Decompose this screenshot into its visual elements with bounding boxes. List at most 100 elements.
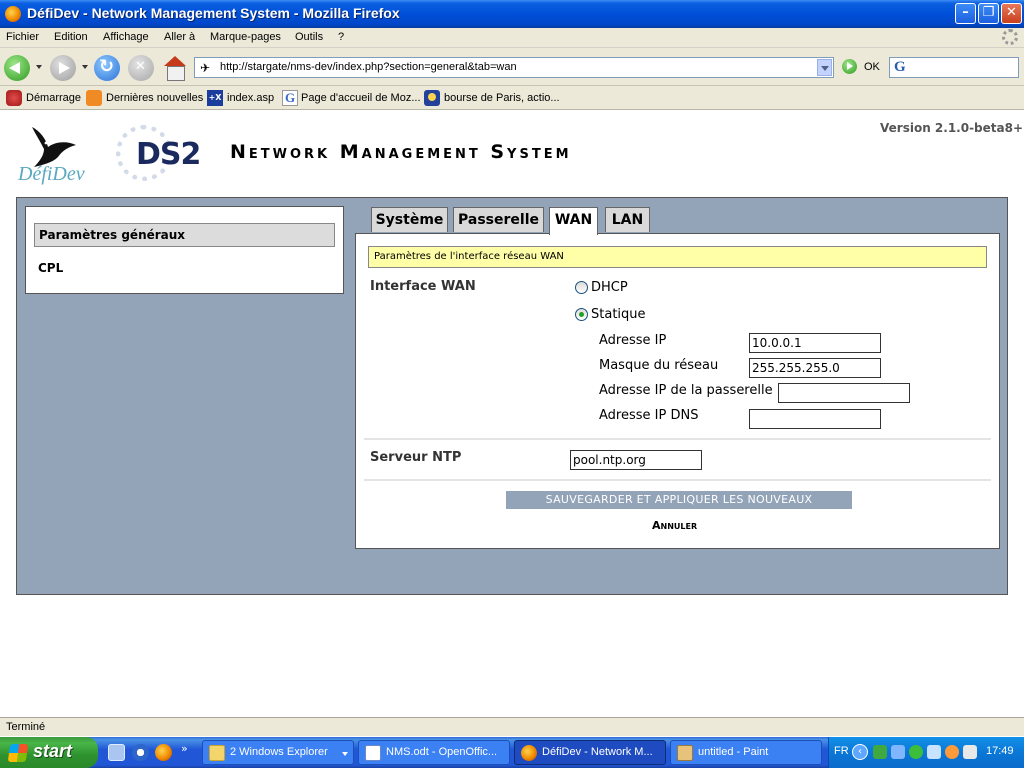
url-dropdown-icon[interactable] <box>817 59 832 76</box>
dns-input[interactable] <box>749 409 881 429</box>
task-group-chevron-icon <box>342 752 348 756</box>
bookmarks-toolbar: Démarrage Dernières nouvelles +X index.a… <box>0 86 1024 110</box>
ip-address-input[interactable] <box>749 333 881 353</box>
task-windows-explorer[interactable]: 2 Windows Explorer <box>202 740 354 765</box>
ntp-server-input[interactable] <box>570 450 702 470</box>
gateway-label: Adresse IP de la passerelle <box>599 383 773 398</box>
maximize-button[interactable]: ❐ <box>978 3 999 24</box>
tab-wan[interactable]: WAN <box>549 207 598 235</box>
home-icon[interactable] <box>162 55 188 81</box>
task-label: untitled - Paint <box>698 746 769 758</box>
gateway-input[interactable] <box>778 383 910 403</box>
close-button[interactable]: ✕ <box>1001 3 1022 24</box>
main-panel: Paramètres généraux CPL Système Passerel… <box>16 197 1008 595</box>
finance-site-icon <box>424 90 440 106</box>
throbber-icon <box>1002 29 1018 45</box>
menu-outils[interactable]: Outils <box>295 31 323 43</box>
show-desktop-icon[interactable] <box>108 744 125 761</box>
menu-bar: Fichier Edition Affichage Aller à Marque… <box>0 28 1024 48</box>
task-paint[interactable]: untitled - Paint <box>670 740 822 765</box>
bookmark-bourse[interactable]: bourse de Paris, actio... <box>444 92 560 104</box>
sidebar: Paramètres généraux CPL <box>25 206 344 294</box>
section-divider <box>364 479 991 481</box>
media-player-icon[interactable] <box>132 744 149 761</box>
task-label: NMS.odt - OpenOffic... <box>386 746 498 758</box>
ip-address-label: Adresse IP <box>599 333 667 348</box>
defidev-logo: DéfiDev <box>18 163 85 185</box>
url-text[interactable]: http://stargate/nms-dev/index.php?sectio… <box>220 61 517 73</box>
task-firefox[interactable]: DéfiDev - Network M... <box>514 740 666 765</box>
wan-settings-form: Paramètres de l'interface réseau WAN Int… <box>355 233 1000 549</box>
back-icon[interactable] <box>4 55 30 81</box>
menu-affichage[interactable]: Affichage <box>103 31 149 43</box>
reload-icon[interactable] <box>94 55 120 81</box>
folder-icon <box>209 745 225 761</box>
task-label: 2 Windows Explorer <box>230 746 328 758</box>
static-radio[interactable] <box>575 308 588 321</box>
rss-feed-icon <box>86 90 102 106</box>
tab-passerelle[interactable]: Passerelle <box>453 207 544 232</box>
taskbar: start » 2 Windows Explorer NMS.odt - Ope… <box>0 737 1024 768</box>
bookmark-mozilla-home[interactable]: Page d'accueil de Moz... <box>301 92 421 104</box>
netmask-label: Masque du réseau <box>599 358 719 373</box>
version-label: Version 2.1.0-beta8+ <box>880 121 1024 135</box>
netmask-input[interactable] <box>749 358 881 378</box>
windows-logo-icon <box>7 744 29 762</box>
start-button[interactable]: start <box>0 737 98 768</box>
static-label[interactable]: Statique <box>591 307 646 322</box>
minimize-button[interactable]: – <box>955 3 976 24</box>
firefox-icon <box>521 745 537 761</box>
bookmark-demarrage[interactable]: Démarrage <box>26 92 81 104</box>
page-content: Version 2.1.0-beta8+ DéfiDev DS2 Network… <box>0 111 1024 716</box>
volume-icon[interactable] <box>963 745 977 759</box>
clock: 17:49 <box>986 745 1014 757</box>
menu-edition[interactable]: Edition <box>54 31 88 43</box>
menu-fichier[interactable]: Fichier <box>6 31 39 43</box>
forward-dropdown-chevron-icon[interactable] <box>82 65 88 69</box>
red-bookmark-icon <box>6 90 22 106</box>
google-search-icon[interactable]: G <box>894 59 906 76</box>
go-button[interactable]: OK <box>864 61 880 73</box>
dhcp-label[interactable]: DHCP <box>591 280 628 295</box>
stop-icon[interactable] <box>128 55 154 81</box>
menu-help[interactable]: ? <box>338 31 344 43</box>
save-apply-button[interactable]: SAUVEGARDER ET APPLIQUER LES NOUVEAUX PA… <box>506 491 852 524</box>
sidebar-item-parametres-generaux[interactable]: Paramètres généraux <box>34 223 335 247</box>
dns-label: Adresse IP DNS <box>599 408 699 423</box>
menu-marque-pages[interactable]: Marque-pages <box>210 31 281 43</box>
alert-icon[interactable] <box>945 745 959 759</box>
search-input[interactable]: G <box>889 57 1019 78</box>
bookmark-dernieres-nouvelles[interactable]: Dernières nouvelles <box>106 92 203 104</box>
monitor-icon[interactable] <box>891 745 905 759</box>
cancel-link[interactable]: Annuler <box>652 519 697 532</box>
task-label: DéfiDev - Network M... <box>542 746 653 758</box>
ntp-server-label: Serveur NTP <box>370 450 462 465</box>
page-title: Network Management System <box>230 141 572 163</box>
status-bar: Terminé <box>0 717 1024 736</box>
sidebar-item-cpl[interactable]: CPL <box>38 261 63 275</box>
security-icon[interactable] <box>909 745 923 759</box>
tab-systeme[interactable]: Système <box>371 207 448 232</box>
go-icon[interactable] <box>842 59 857 74</box>
users-icon[interactable] <box>927 745 941 759</box>
document-icon <box>365 745 381 761</box>
tray-expand-icon[interactable]: ‹ <box>852 744 868 760</box>
back-dropdown-chevron-icon[interactable] <box>36 65 42 69</box>
url-bar[interactable]: ✈ http://stargate/nms-dev/index.php?sect… <box>194 57 834 78</box>
task-openoffice[interactable]: NMS.odt - OpenOffic... <box>358 740 510 765</box>
forward-icon[interactable] <box>50 55 76 81</box>
paint-icon <box>677 745 693 761</box>
bookmark-index-asp[interactable]: index.asp <box>227 92 274 104</box>
tab-lan[interactable]: LAN <box>605 207 650 232</box>
firefox-icon <box>5 6 21 22</box>
language-indicator[interactable]: FR <box>834 745 849 757</box>
start-label: start <box>33 741 73 761</box>
google-icon: G <box>282 90 298 106</box>
quicklaunch-more-icon[interactable]: » <box>181 742 188 755</box>
info-banner: Paramètres de l'interface réseau WAN <box>368 246 987 268</box>
ds2-logo: DS2 <box>136 137 201 172</box>
menu-aller-a[interactable]: Aller à <box>164 31 195 43</box>
dhcp-radio[interactable] <box>575 281 588 294</box>
firefox-quicklaunch-icon[interactable] <box>155 744 172 761</box>
network-icon[interactable] <box>873 745 887 759</box>
